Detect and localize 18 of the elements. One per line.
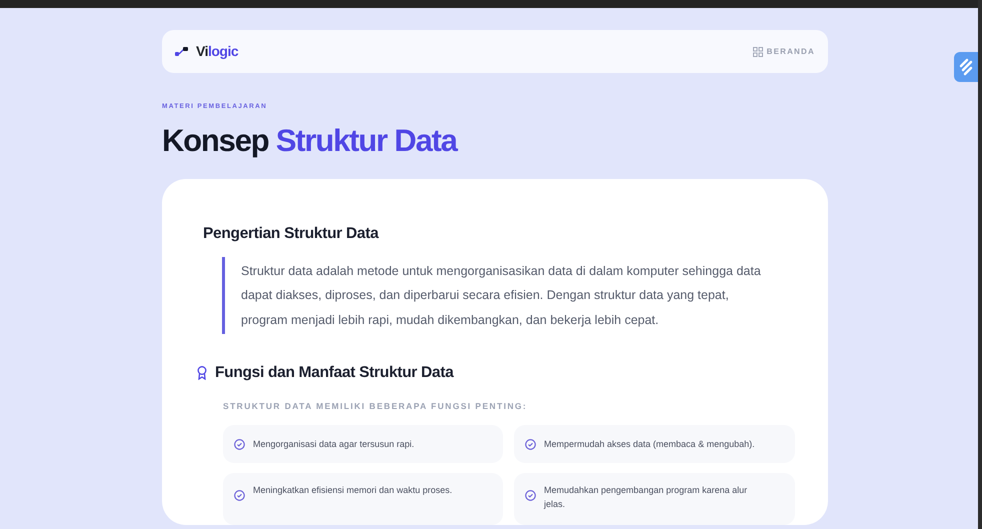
logo-icon bbox=[175, 47, 188, 56]
page-title: Konsep Struktur Data bbox=[162, 122, 458, 159]
section-heading: Pengertian Struktur Data bbox=[203, 224, 380, 244]
section-subtitle: STRUKTUR DATA MEMILIKI BEBERAPA FUNGSI PENTING: bbox=[223, 400, 528, 412]
side-widget-icon[interactable] bbox=[954, 52, 978, 82]
feature-text: Memudahkan pengembangan program karena alur jelas. bbox=[544, 484, 748, 511]
check-circle-icon bbox=[234, 490, 245, 502]
grid-icon bbox=[752, 46, 763, 56]
check-circle-icon bbox=[525, 490, 536, 502]
feature-text: Mempermudah akses data (membaca & mengubah). bbox=[544, 438, 755, 451]
feature-text: Meningkatkan efisiensi memori dan waktu proses. bbox=[253, 484, 452, 498]
ribbon-icon bbox=[197, 366, 207, 380]
section-paragraph: Struktur data adalah metode untuk mengorganisasikan data di dalam komputer sehingga data dapat diakses, diproses, dan diperbarui secara efisien. Dengan struktur data yang tepat, program menjadi lebih rapi, mudah dikembangkan, dan bekerja lebih cepat. bbox=[222, 256, 775, 334]
feature-text: Mengorganisasi data agar tersusun rapi. bbox=[253, 438, 414, 451]
check-circle-icon bbox=[234, 438, 245, 450]
section-heading: Fungsi dan Manfaat Struktur Data bbox=[215, 364, 454, 383]
check-circle-icon bbox=[525, 438, 536, 450]
brand-name[interactable]: Vilogic bbox=[196, 41, 238, 62]
